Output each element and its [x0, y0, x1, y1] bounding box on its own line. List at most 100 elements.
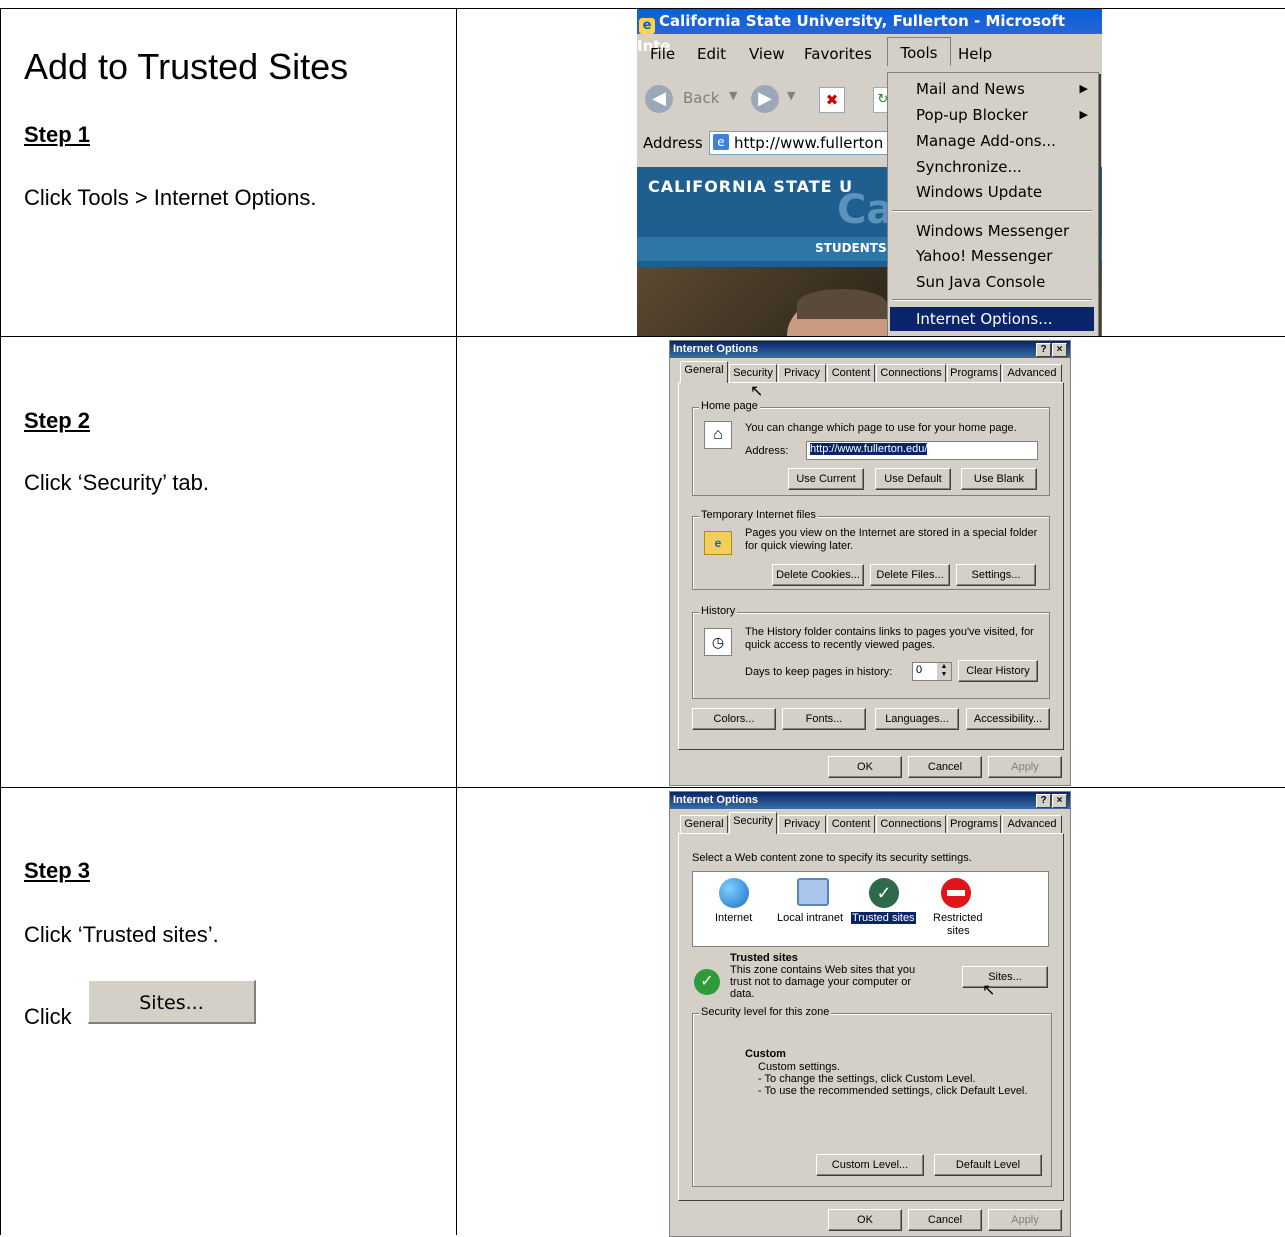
tab-connections[interactable]: Connections: [876, 364, 946, 382]
settings-button[interactable]: Settings...: [956, 564, 1036, 586]
menu-item-label: Mail and News: [916, 80, 1025, 98]
address-input[interactable]: e http://www.fullerton: [709, 131, 911, 155]
group-label: Home page: [699, 400, 760, 412]
default-level-button[interactable]: Default Level: [934, 1154, 1042, 1176]
ok-button[interactable]: OK: [828, 1209, 902, 1231]
colors-button[interactable]: Colors...: [692, 708, 776, 730]
step2-text: Click ‘Security’ tab.: [24, 470, 210, 495]
banner-ca-text: Ca: [837, 187, 894, 233]
menu-item-manage-addons[interactable]: Manage Add-ons...: [916, 132, 1056, 150]
back-button-label[interactable]: Back: [683, 89, 719, 107]
apply-button[interactable]: Apply: [988, 756, 1062, 778]
use-default-button[interactable]: Use Default: [875, 468, 951, 490]
tab-general[interactable]: General: [680, 815, 728, 833]
tab-programs[interactable]: Programs: [947, 815, 1001, 833]
fonts-button[interactable]: Fonts...: [782, 708, 866, 730]
zone-internet[interactable]: Internet: [715, 912, 752, 924]
back-dropdown-icon[interactable]: ▼: [729, 89, 737, 102]
level-line-1: Custom settings.: [758, 1061, 840, 1073]
zone-list[interactable]: Internet Local intranet ✓ Trusted sites …: [692, 871, 1049, 947]
home-address-input[interactable]: http://www.fullerton.edu/: [806, 441, 1038, 460]
submenu-arrow-icon: ▶: [1079, 82, 1088, 95]
menu-help[interactable]: Help: [958, 45, 992, 63]
tab-connections[interactable]: Connections: [876, 815, 946, 833]
tab-privacy[interactable]: Privacy: [778, 815, 826, 833]
tab-advanced[interactable]: Advanced: [1002, 364, 1062, 382]
use-current-button[interactable]: Use Current: [788, 468, 864, 490]
menu-view[interactable]: View: [749, 45, 785, 63]
days-spinner-input[interactable]: 0 ▲ ▼: [912, 662, 952, 681]
restricted-icon: [941, 878, 971, 908]
history-text-1: The History folder contains links to pag…: [745, 626, 1034, 638]
tab-content[interactable]: Content: [827, 815, 875, 833]
menu-edit[interactable]: Edit: [697, 45, 726, 63]
languages-button[interactable]: Languages...: [875, 708, 959, 730]
step1-text: Click Tools > Internet Options.: [24, 185, 317, 210]
tab-security[interactable]: Security: [729, 364, 777, 382]
menu-item-windows-messenger[interactable]: Windows Messenger: [916, 222, 1069, 240]
menu-item-windows-update[interactable]: Windows Update: [916, 183, 1042, 201]
cancel-button[interactable]: Cancel: [908, 1209, 982, 1231]
close-icon[interactable]: ×: [1052, 343, 1067, 357]
ie-logo-icon: e: [639, 18, 655, 34]
delete-cookies-button[interactable]: Delete Cookies...: [772, 564, 864, 586]
menu-tools[interactable]: Tools: [887, 37, 951, 66]
menu-item-sun-java-console[interactable]: Sun Java Console: [916, 273, 1045, 291]
days-label: Days to keep pages in history:: [745, 666, 893, 678]
back-arrow-icon[interactable]: ◀: [645, 85, 673, 113]
menu-file[interactable]: File: [650, 45, 675, 63]
menu-item-yahoo-messenger[interactable]: Yahoo! Messenger: [916, 247, 1052, 265]
sites-button[interactable]: Sites...: [962, 966, 1048, 988]
mouse-cursor-icon: ↖: [982, 982, 996, 999]
mouse-cursor-icon: ↖: [750, 383, 764, 400]
tab-advanced[interactable]: Advanced: [1002, 815, 1062, 833]
menu-item-popup-blocker[interactable]: Pop-up Blocker ▶: [888, 106, 1098, 128]
delete-files-button[interactable]: Delete Files...: [870, 564, 950, 586]
tab-programs[interactable]: Programs: [947, 364, 1001, 382]
history-text-2: quick access to recently viewed pages.: [745, 639, 936, 651]
forward-arrow-icon[interactable]: ▶: [751, 85, 779, 113]
zone-restricted[interactable]: Restricted: [933, 912, 983, 924]
menu-separator: [892, 210, 1092, 212]
ok-button[interactable]: OK: [828, 756, 902, 778]
address-label: Address: [643, 134, 703, 152]
help-icon[interactable]: ?: [1036, 794, 1051, 808]
menu-item-internet-options[interactable]: Internet Options...: [890, 307, 1094, 331]
spinner-arrows-icon[interactable]: ▲ ▼: [937, 663, 951, 680]
zone-desc-3: data.: [730, 988, 755, 1000]
help-icon[interactable]: ?: [1036, 343, 1051, 357]
step3-heading: Step 3: [24, 858, 91, 883]
banner-students: STUDENTS: [815, 241, 887, 255]
computer-icon: [797, 878, 829, 906]
zone-trusted-sites[interactable]: Trusted sites: [851, 912, 916, 924]
zone-local-intranet[interactable]: Local intranet: [777, 912, 843, 924]
cancel-button[interactable]: Cancel: [908, 756, 982, 778]
internet-options-dialog-general: Internet Options ? × General Security Pr…: [669, 340, 1071, 786]
forward-dropdown-icon[interactable]: ▼: [787, 89, 795, 102]
use-blank-button[interactable]: Use Blank: [961, 468, 1037, 490]
menu-favorites[interactable]: Favorites: [804, 45, 872, 63]
tab-general[interactable]: General: [680, 361, 728, 383]
custom-level-button[interactable]: Custom Level...: [816, 1154, 924, 1176]
history-icon: ◷: [704, 628, 732, 656]
stop-icon[interactable]: ✖: [819, 87, 845, 113]
level-line-2: - To change the settings, click Custom L…: [758, 1073, 976, 1085]
sites-button-illustration: Sites...: [88, 980, 256, 1024]
zone-prompt: Select a Web content zone to specify its…: [692, 852, 972, 864]
accessibility-button[interactable]: Accessibility...: [966, 708, 1050, 730]
ie-screenshot: e California State University, Fullerton …: [637, 9, 1102, 336]
tab-content[interactable]: Content: [827, 364, 875, 382]
tab-privacy[interactable]: Privacy: [778, 364, 826, 382]
folder-ie-icon: e: [704, 531, 732, 555]
menu-item-mail-and-news[interactable]: Mail and News ▶: [888, 80, 1098, 102]
tab-security[interactable]: Security: [729, 812, 777, 834]
page-title: Add to Trusted Sites: [24, 46, 349, 87]
zone-desc-2: trust not to damage your computer or: [730, 976, 911, 988]
group-label: Security level for this zone: [699, 1006, 832, 1018]
clear-history-button[interactable]: Clear History: [958, 660, 1038, 682]
step3-click-label: Click: [24, 1004, 72, 1029]
apply-button[interactable]: Apply: [988, 1209, 1062, 1231]
menu-item-synchronize[interactable]: Synchronize...: [916, 158, 1022, 176]
close-icon[interactable]: ×: [1052, 794, 1067, 808]
zone-restricted-line2: sites: [947, 925, 970, 937]
